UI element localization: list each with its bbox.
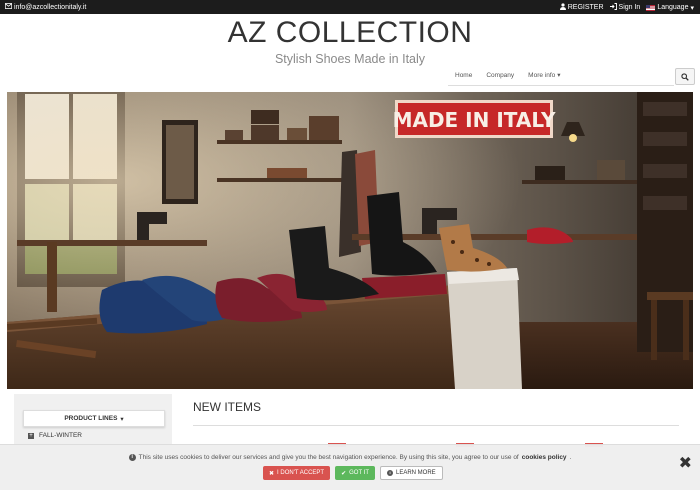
top-bar: info@azcollectionitaly.it REGISTER Sign … <box>0 0 700 14</box>
language-selector[interactable]: Language ▾ <box>646 4 694 12</box>
deny-cookies-button[interactable]: ✖ I DON'T ACCEPT <box>263 466 331 480</box>
user-icon <box>559 3 566 12</box>
search-button[interactable] <box>675 68 695 85</box>
caret-down-icon: ▾ <box>557 72 561 79</box>
close-icon: ✖ <box>269 470 275 477</box>
sidebar-item-label: FALL-WINTER <box>39 432 82 439</box>
info-icon: i <box>387 470 393 476</box>
nav-divider <box>448 85 674 86</box>
caret-down-icon: ▾ <box>690 4 694 12</box>
learn-more-button[interactable]: i LEARN MORE <box>380 466 443 480</box>
main-nav: Home Company More info ▾ <box>448 67 568 83</box>
period: . <box>569 454 572 461</box>
register-label: REGISTER <box>567 4 604 11</box>
nav-more-info[interactable]: More info ▾ <box>521 67 567 83</box>
check-icon: ✔ <box>341 470 347 477</box>
info-icon: i <box>128 454 136 461</box>
site-tagline: Stylish Shoes Made in Italy <box>274 52 426 66</box>
section-divider <box>193 425 679 426</box>
nav-company[interactable]: Company <box>479 67 521 83</box>
plus-icon: + <box>28 432 34 439</box>
learn-more-label: LEARN MORE <box>396 470 436 476</box>
email-text: info@azcollectionitaly.it <box>14 3 87 11</box>
deny-label: I DON'T ACCEPT <box>277 470 325 476</box>
cookie-message-text: This site uses cookies to deliver our se… <box>138 454 519 461</box>
envelope-icon <box>4 3 13 11</box>
nav-more-info-label: More info <box>528 71 556 79</box>
site-title[interactable]: AZ COLLECTION <box>0 16 700 50</box>
site-header: AZ COLLECTION Stylish Shoes Made in Ital… <box>0 16 700 66</box>
product-lines-label: PRODUCT LINES <box>64 415 118 422</box>
cookie-message: i This site uses cookies to deliver our … <box>0 454 700 461</box>
product-lines-button[interactable]: PRODUCT LINES ▾ <box>23 410 165 427</box>
sign-in-label: Sign In <box>618 4 641 11</box>
email-link[interactable]: info@azcollectionitaly.it <box>4 3 87 11</box>
sidebar-item-fall-winter[interactable]: + FALL-WINTER <box>28 432 82 439</box>
sign-in-link[interactable]: Sign In <box>609 3 641 12</box>
us-flag-icon <box>646 4 656 11</box>
nav-home[interactable]: Home <box>448 67 479 83</box>
search-icon <box>681 68 689 86</box>
accept-label: GOT IT <box>349 470 369 476</box>
close-banner-icon[interactable]: ✖ <box>679 453 692 473</box>
language-label: Language <box>657 4 689 11</box>
section-title: NEW ITEMS <box>193 400 261 414</box>
accept-cookies-button[interactable]: ✔ GOT IT <box>335 466 375 480</box>
cookies-policy-link[interactable]: cookies policy <box>522 454 567 461</box>
sign-in-icon <box>609 3 617 12</box>
cookie-banner: i This site uses cookies to deliver our … <box>0 444 700 490</box>
caret-down-icon: ▾ <box>120 415 124 423</box>
made-in-italy-sign: MADE IN ITALY <box>393 108 556 132</box>
hero-image: MADE IN ITALY <box>7 92 693 389</box>
register-link[interactable]: REGISTER <box>559 3 604 12</box>
